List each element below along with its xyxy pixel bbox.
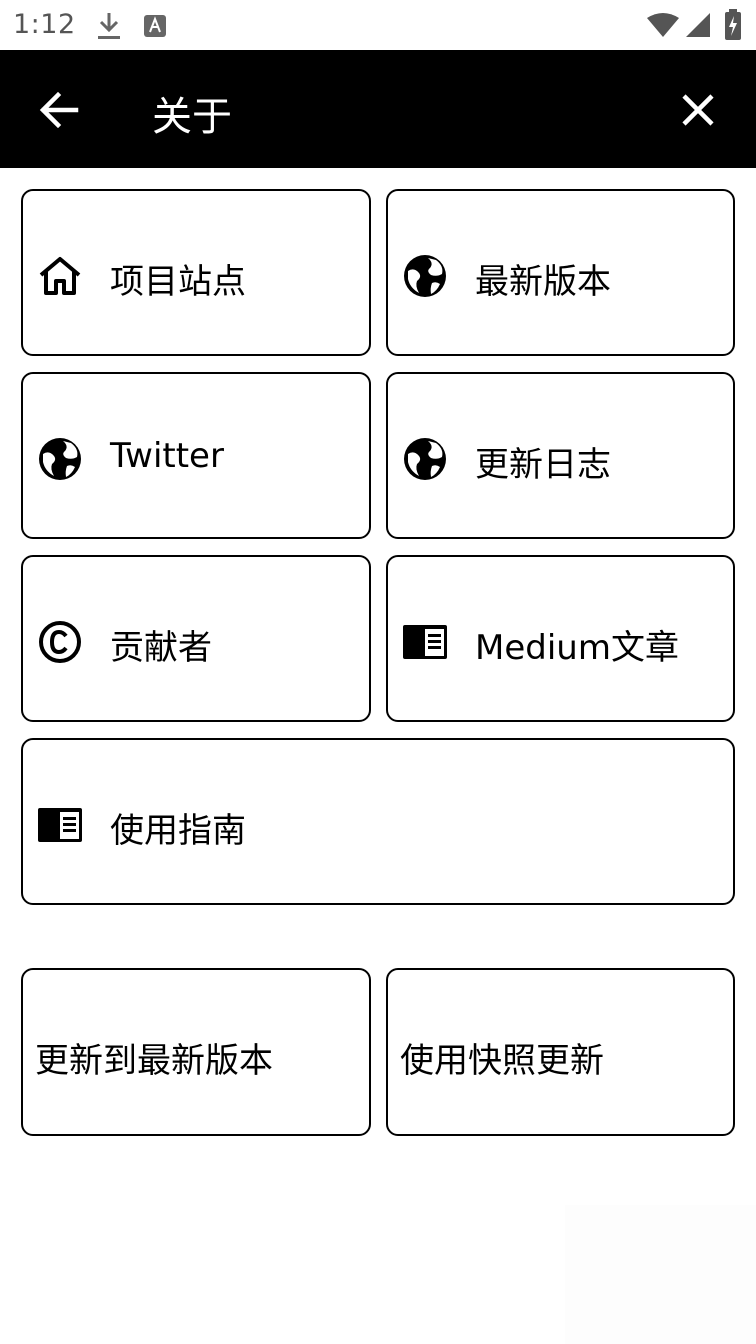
status-time: 1:12 [13, 9, 76, 40]
project-site-button[interactable]: 项目站点 [21, 189, 371, 356]
background-fade [565, 1205, 756, 1344]
article-icon [403, 625, 447, 659]
article-icon [38, 808, 82, 842]
changelog-label: 更新日志 [475, 445, 611, 485]
medium-articles-label: Medium文章 [475, 628, 679, 668]
latest-version-button[interactable]: 最新版本 [386, 189, 735, 356]
medium-articles-button[interactable]: Medium文章 [386, 555, 735, 722]
changelog-button[interactable]: 更新日志 [386, 372, 735, 539]
page-title: 关于 [152, 94, 232, 140]
app-bar: 关于 [0, 50, 756, 168]
user-guide-label: 使用指南 [110, 811, 246, 851]
keyboard-a-icon [144, 15, 166, 37]
status-bar: 1:12 [0, 0, 756, 50]
home-icon [39, 257, 81, 295]
latest-version-label: 最新版本 [475, 262, 611, 302]
battery-charging-icon [725, 9, 741, 40]
contributors-button[interactable]: 贡献者 [21, 555, 371, 722]
update-latest-label: 更新到最新版本 [35, 1041, 273, 1081]
download-icon [98, 13, 120, 39]
twitter-button[interactable]: Twitter [21, 372, 371, 539]
update-snapshot-label: 使用快照更新 [400, 1041, 604, 1081]
user-guide-button[interactable]: 使用指南 [21, 738, 735, 905]
twitter-label: Twitter [110, 436, 224, 476]
contributors-label: 贡献者 [110, 628, 212, 668]
update-snapshot-button[interactable]: 使用快照更新 [386, 968, 735, 1136]
update-latest-button[interactable]: 更新到最新版本 [21, 968, 371, 1136]
globe-icon [39, 438, 81, 480]
back-arrow-icon[interactable] [36, 87, 82, 133]
project-site-label: 项目站点 [110, 262, 246, 302]
signal-icon [686, 13, 710, 37]
wifi-icon [647, 13, 679, 37]
globe-icon [404, 438, 446, 480]
close-icon[interactable] [675, 87, 721, 133]
copyright-icon [39, 621, 81, 663]
globe-icon [404, 255, 446, 297]
